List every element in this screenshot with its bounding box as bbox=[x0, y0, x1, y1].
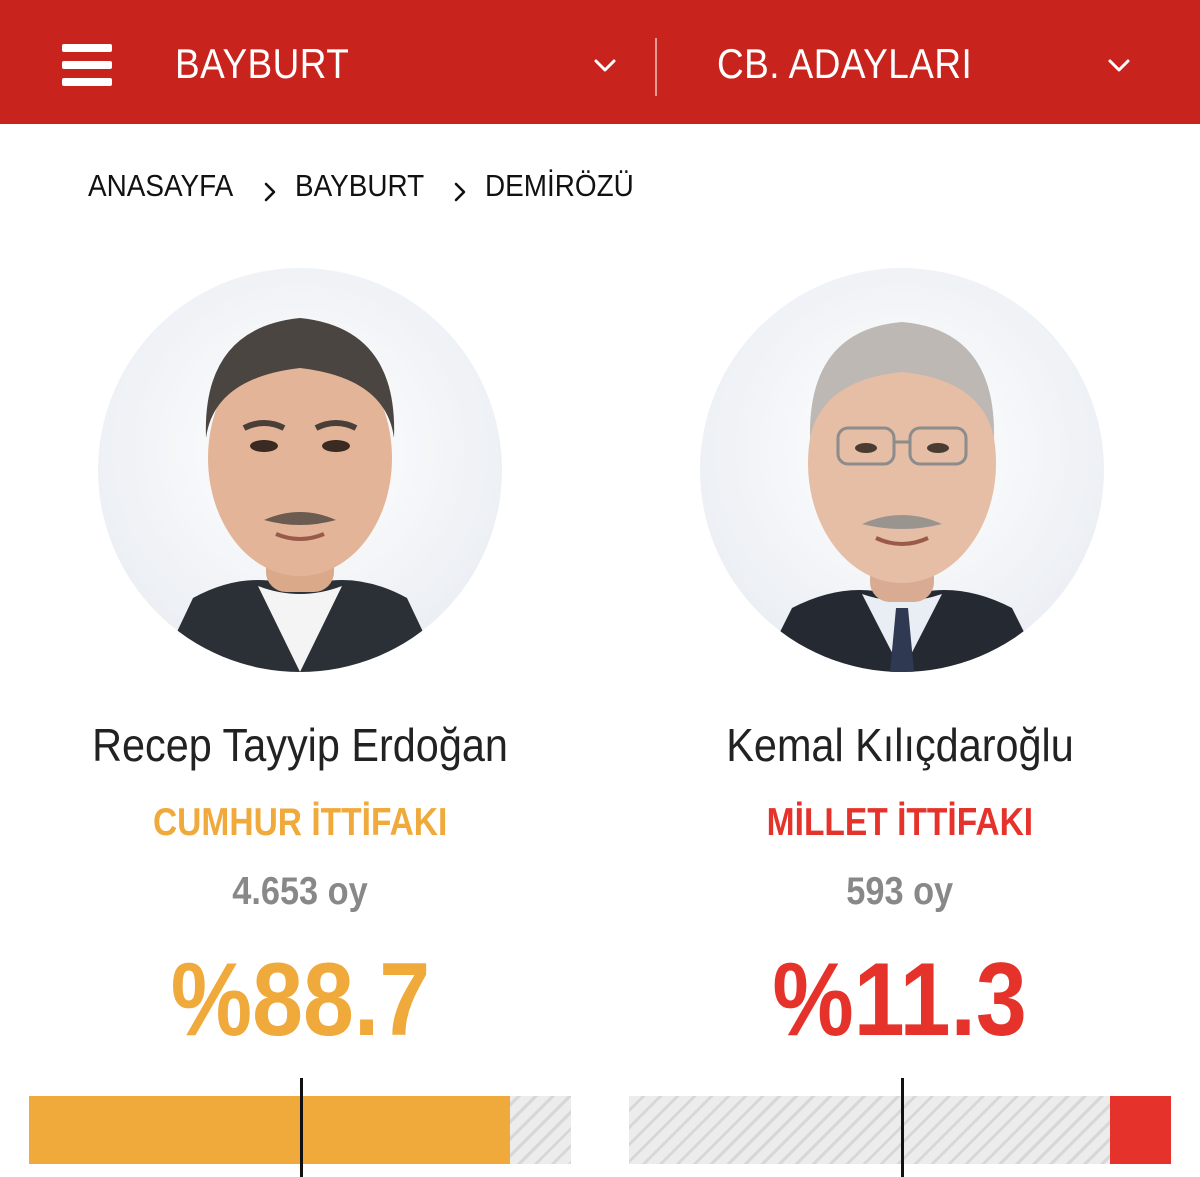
candidate-alliance: CUMHUR İTTİFAKI bbox=[152, 801, 448, 844]
candidate-name: Kemal Kılıçdaroğlu bbox=[726, 719, 1074, 771]
candidate-percent: %88.7 bbox=[170, 942, 430, 1058]
majority-marker bbox=[300, 1078, 303, 1177]
candidate-name: Recep Tayyip Erdoğan bbox=[92, 719, 508, 771]
candidate-photo bbox=[700, 268, 1104, 672]
vote-share-fill bbox=[29, 1096, 510, 1164]
menu-icon[interactable] bbox=[62, 44, 112, 88]
header-divider bbox=[655, 38, 657, 96]
candidate-percent: %11.3 bbox=[772, 942, 1028, 1058]
chevron-right-icon bbox=[261, 175, 279, 202]
candidate-vote-count: 4.653 oy bbox=[232, 870, 368, 913]
vote-share-fill bbox=[1109, 1096, 1171, 1164]
vote-share-bar bbox=[629, 1096, 1171, 1164]
province-select-label[interactable]: BAYBURT bbox=[175, 40, 349, 88]
breadcrumb: ANASAYFA BAYBURT DEMİRÖZÜ bbox=[88, 166, 650, 206]
election-type-select-label[interactable]: CB. ADAYLARI bbox=[717, 40, 972, 88]
breadcrumb-home[interactable]: ANASAYFA bbox=[88, 168, 233, 204]
chevron-down-icon[interactable] bbox=[1106, 52, 1132, 78]
chevron-right-icon bbox=[451, 175, 469, 202]
breadcrumb-district[interactable]: DEMİRÖZÜ bbox=[485, 168, 634, 204]
candidate-alliance: MİLLET İTTİFAKI bbox=[766, 801, 1034, 844]
candidate-vote-count: 593 oy bbox=[846, 870, 954, 913]
chevron-down-icon[interactable] bbox=[592, 52, 618, 78]
majority-marker bbox=[901, 1078, 904, 1177]
candidate-photo bbox=[98, 268, 502, 672]
top-bar: BAYBURT CB. ADAYLARI bbox=[0, 0, 1200, 124]
breadcrumb-province[interactable]: BAYBURT bbox=[295, 168, 424, 204]
